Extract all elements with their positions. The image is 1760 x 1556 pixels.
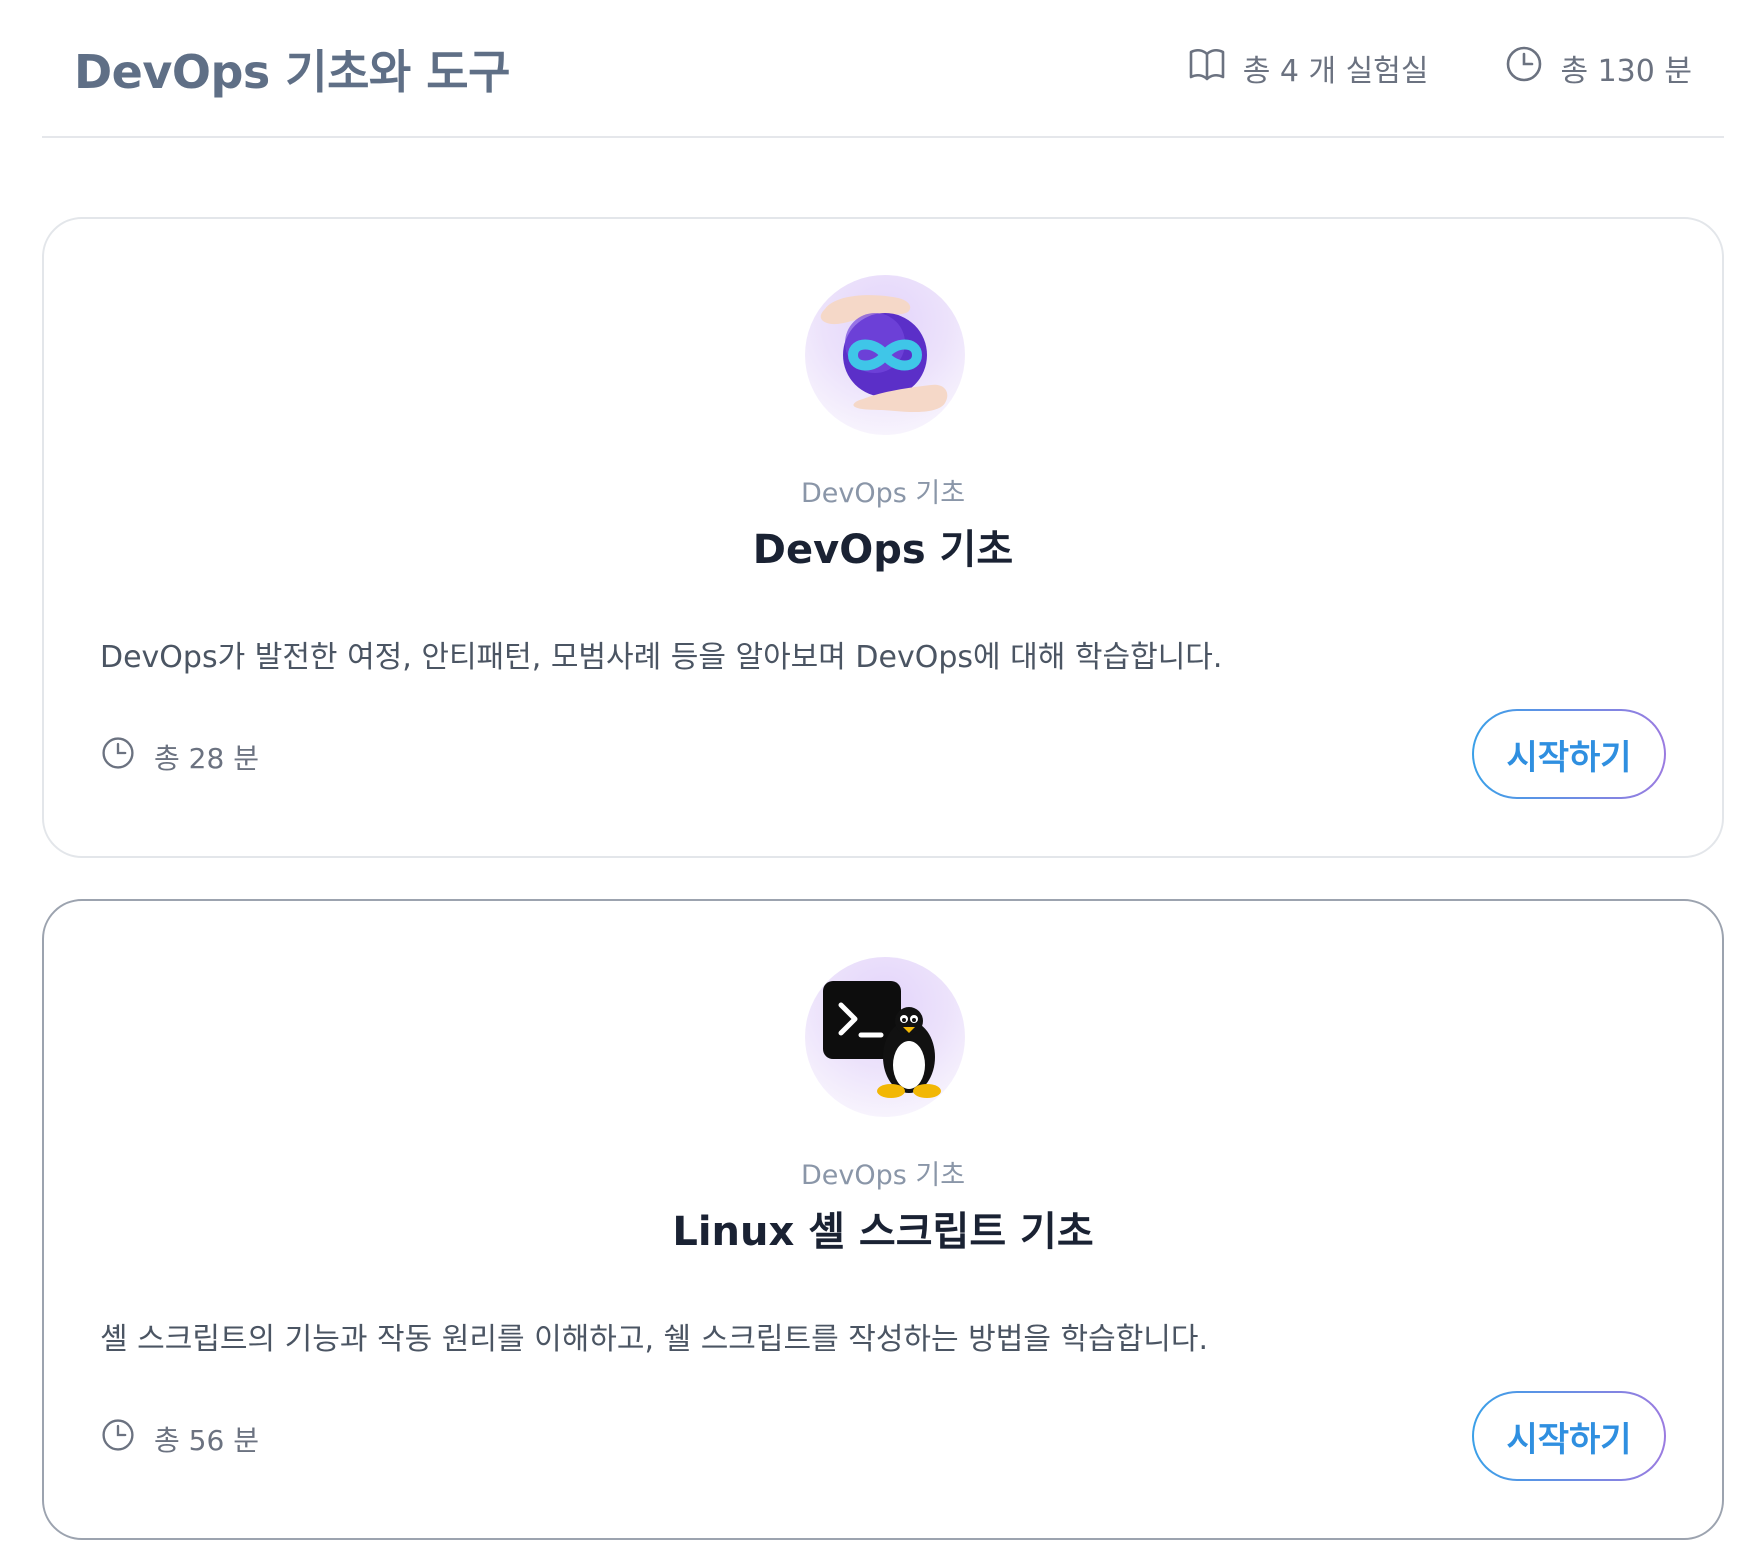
total-time-stat: 총 130 분 [1504, 44, 1692, 92]
devops-infinity-icon [805, 275, 965, 435]
course-category: DevOps 기초 [800, 1160, 966, 1191]
course-duration: 총 28 분 [100, 735, 259, 778]
labs-count-text: 총 4 개 실험실 [1242, 54, 1429, 89]
course-description: 셸 스크립트의 기능과 작동 원리를 이해하고, 쉘 스크립트를 작성하는 방법… [100, 1322, 1209, 1357]
course-title[interactable]: DevOps 기초 [44, 517, 1722, 575]
course-duration: 총 56 분 [100, 1417, 259, 1460]
course-card[interactable]: DevOps 기초 DevOps 기초 DevOps가 발전한 여정, 안티패턴… [42, 217, 1724, 858]
course-duration-text: 총 28 분 [154, 741, 259, 775]
total-time-text: 총 130 분 [1560, 54, 1692, 89]
clock-icon [100, 735, 136, 778]
labs-count-stat: 총 4 개 실험실 [1187, 44, 1429, 92]
clock-icon [100, 1417, 136, 1460]
course-category: DevOps 기초 [800, 478, 966, 509]
clock-icon [1504, 44, 1544, 92]
course-description: DevOps가 발전한 여정, 안티패턴, 모범사례 등을 알아보며 DevOp… [100, 640, 1223, 675]
book-icon [1187, 44, 1227, 92]
header-stats: 총 4 개 실험실 총 130 분 [1187, 44, 1692, 92]
learning-path-page: DevOps 기초와 도구 총 4 개 실험실 총 130 분 DevOps 기… [0, 0, 1760, 1556]
start-button[interactable]: 시작하기 [1472, 709, 1666, 799]
start-button[interactable]: 시작하기 [1472, 1391, 1666, 1481]
course-card[interactable]: DevOps 기초 Linux 셸 스크립트 기초 셸 스크립트의 기능과 작동… [42, 899, 1724, 1540]
course-duration-text: 총 56 분 [154, 1423, 259, 1457]
course-title[interactable]: Linux 셸 스크립트 기초 [44, 1199, 1722, 1257]
page-title: DevOps 기초와 도구 [74, 45, 510, 99]
linux-terminal-icon [805, 957, 965, 1117]
page-header: DevOps 기초와 도구 총 4 개 실험실 총 130 분 [42, 0, 1724, 138]
